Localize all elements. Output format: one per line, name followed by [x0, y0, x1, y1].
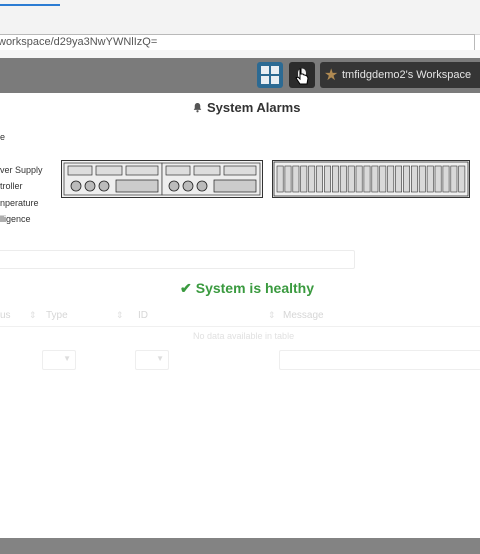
drive-bay [276, 165, 284, 193]
mouse-cursor-icon [295, 68, 309, 85]
left-list-item[interactable]: lligence [0, 214, 31, 224]
drive-bay [316, 165, 323, 193]
id-filter-select[interactable]: ▼ [135, 350, 169, 370]
sort-icon: ⇕ [268, 310, 276, 320]
drive-bay [387, 165, 395, 193]
column-header-type[interactable]: Type [46, 310, 68, 321]
active-tab-indicator [0, 4, 60, 6]
workspace-label: tmfidgdemo2's Workspace [342, 69, 472, 81]
chassis-rear-image [61, 160, 263, 198]
page-title-text: System Alarms [207, 100, 301, 115]
grid-button[interactable] [257, 62, 283, 88]
address-text: workspace/d29ya3NwYWNlIzQ= [0, 36, 158, 48]
drive-bay [371, 165, 379, 193]
system-status: ✔ System is healthy [180, 280, 314, 297]
browser-toolbar [0, 0, 480, 35]
drive-bay [355, 165, 363, 193]
footer-bar [0, 538, 480, 554]
drive-bay [292, 165, 300, 193]
drive-bay [339, 165, 347, 193]
drive-bay [450, 165, 458, 193]
table-filter-input[interactable] [0, 250, 355, 269]
status-message: System is healthy [195, 280, 315, 296]
browser-spacer [0, 50, 480, 58]
type-filter-select[interactable]: ▼ [42, 350, 76, 370]
star-icon: ★ [324, 67, 339, 84]
drive-bay [403, 165, 410, 193]
table-header-divider [0, 326, 480, 327]
chassis-front-image [272, 160, 470, 198]
drive-bay [308, 165, 316, 193]
message-filter-input[interactable] [279, 350, 480, 370]
drive-bay [284, 165, 292, 193]
left-list-item[interactable]: ver Supply [0, 165, 43, 175]
left-list-item[interactable]: e [0, 132, 5, 142]
drive-bay [458, 165, 466, 193]
drive-bay [324, 165, 331, 193]
caret-down-icon: ▼ [63, 354, 71, 363]
drive-bay [331, 165, 339, 193]
check-icon: ✔ [180, 280, 192, 296]
grid-icon-cell [271, 76, 279, 84]
grid-icon-cell [271, 66, 279, 74]
drive-bay [442, 165, 450, 193]
drive-bay [379, 165, 387, 193]
drive-bay [411, 165, 418, 193]
left-list-item[interactable]: nperature [0, 198, 39, 208]
left-list-item[interactable]: troller [0, 181, 23, 191]
column-header-status[interactable]: us [0, 310, 11, 321]
empty-table-message: No data available in table [193, 331, 295, 341]
drive-bay [395, 165, 402, 193]
column-header-message[interactable]: Message [283, 310, 324, 321]
drive-bay [434, 165, 442, 193]
grid-icon-cell [261, 76, 269, 84]
sort-icon: ⇕ [29, 310, 37, 320]
drive-bay [347, 165, 355, 193]
page-title: System Alarms [192, 100, 300, 115]
caret-down-icon: ▼ [156, 354, 164, 363]
drive-bay [426, 165, 434, 193]
drive-bay [300, 165, 308, 193]
drive-bay [363, 165, 371, 193]
sort-icon: ⇕ [116, 310, 124, 320]
workspace-selector[interactable]: ★ tmfidgdemo2's Workspace [320, 62, 480, 88]
address-bar[interactable]: workspace/d29ya3NwYWNlIzQ= [0, 34, 475, 51]
drive-bay [418, 165, 426, 193]
column-header-id[interactable]: ID [138, 310, 148, 321]
grid-icon [261, 66, 269, 74]
bell-icon [193, 103, 202, 113]
